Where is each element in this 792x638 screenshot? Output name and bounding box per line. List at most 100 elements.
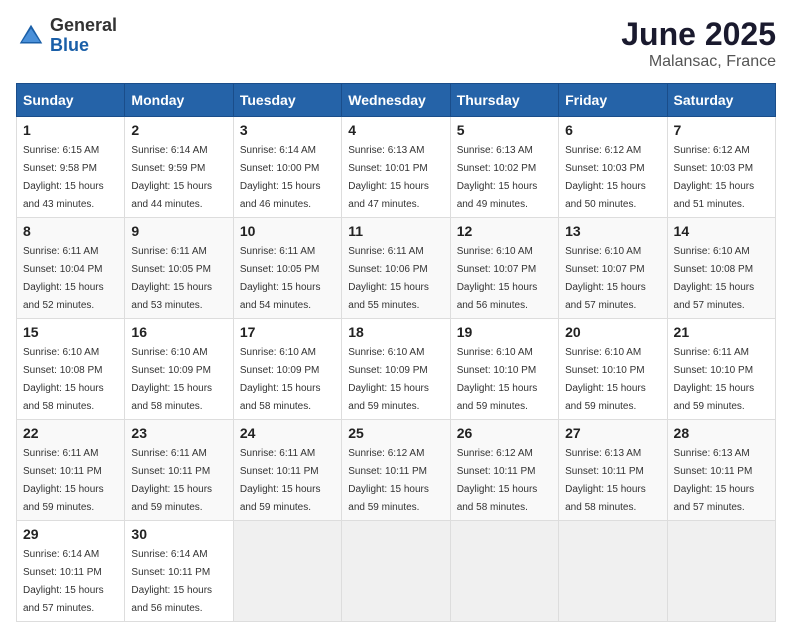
day-detail: Sunrise: 6:12 AM Sunset: 10:11 PM Daylig… xyxy=(457,448,538,513)
day-cell: 16Sunrise: 6:10 AM Sunset: 10:09 PM Dayl… xyxy=(125,319,233,420)
logo-text: General Blue xyxy=(50,16,117,56)
day-cell xyxy=(342,521,450,622)
day-cell: 7 Sunrise: 6:12 AM Sunset: 10:03 PM Dayli… xyxy=(667,117,775,218)
header-monday: Monday xyxy=(125,84,233,117)
day-number: 10 xyxy=(240,223,335,239)
day-cell: 17 Sunrise: 6:10 AM Sunset: 10:09 PM Dayl… xyxy=(233,319,341,420)
day-number: 9 xyxy=(131,223,226,239)
day-detail: Sunrise: 6:12 AM Sunset: 10:03 PM Daylig… xyxy=(565,145,646,210)
day-detail: Sunrise: 6:15 AM Sunset: 9:58 PM Dayligh… xyxy=(23,145,104,210)
day-cell: 21Sunrise: 6:11 AM Sunset: 10:10 PM Dayl… xyxy=(667,319,775,420)
day-detail: Sunrise: 6:13 AM Sunset: 10:11 PM Daylig… xyxy=(674,448,755,513)
day-number: 11 xyxy=(348,223,443,239)
day-detail: Sunrise: 6:11 AM Sunset: 10:11 PM Daylig… xyxy=(240,448,321,513)
day-cell: 27 Sunrise: 6:13 AM Sunset: 10:11 PM Dayl… xyxy=(559,420,667,521)
day-number: 15 xyxy=(23,324,118,340)
day-number: 29 xyxy=(23,526,118,542)
day-cell: 15 Sunrise: 6:10 AM Sunset: 10:08 PM Dayl… xyxy=(17,319,125,420)
logo-general: General xyxy=(50,16,117,36)
day-number: 24 xyxy=(240,425,335,441)
day-detail: Sunrise: 6:10 AM Sunset: 10:07 PM Daylig… xyxy=(457,246,538,311)
day-number: 27 xyxy=(565,425,660,441)
day-number: 1 xyxy=(23,122,118,138)
day-cell: 10 Sunrise: 6:11 AM Sunset: 10:05 PM Dayl… xyxy=(233,218,341,319)
day-detail: Sunrise: 6:14 AM Sunset: 10:00 PM Daylig… xyxy=(240,145,321,210)
day-cell: 29 Sunrise: 6:14 AM Sunset: 10:11 PM Dayl… xyxy=(17,521,125,622)
week-row-2: 8 Sunrise: 6:11 AM Sunset: 10:04 PM Dayli… xyxy=(17,218,776,319)
day-cell xyxy=(559,521,667,622)
day-number: 12 xyxy=(457,223,552,239)
day-detail: Sunrise: 6:13 AM Sunset: 10:01 PM Daylig… xyxy=(348,145,429,210)
title-section: June 2025 Malansac, France xyxy=(621,16,776,71)
day-cell: 5 Sunrise: 6:13 AM Sunset: 10:02 PM Dayli… xyxy=(450,117,558,218)
day-detail: Sunrise: 6:10 AM Sunset: 10:08 PM Daylig… xyxy=(674,246,755,311)
day-cell: 13 Sunrise: 6:10 AM Sunset: 10:07 PM Dayl… xyxy=(559,218,667,319)
day-detail: Sunrise: 6:14 AM Sunset: 10:11 PM Daylig… xyxy=(23,549,104,614)
header-row: SundayMondayTuesdayWednesdayThursdayFrid… xyxy=(17,84,776,117)
day-cell: 1 Sunrise: 6:15 AM Sunset: 9:58 PM Daylig… xyxy=(17,117,125,218)
header-friday: Friday xyxy=(559,84,667,117)
day-cell xyxy=(450,521,558,622)
day-detail: Sunrise: 6:13 AM Sunset: 10:11 PM Daylig… xyxy=(565,448,646,513)
day-cell: 28 Sunrise: 6:13 AM Sunset: 10:11 PM Dayl… xyxy=(667,420,775,521)
header-tuesday: Tuesday xyxy=(233,84,341,117)
day-cell: 3Sunrise: 6:14 AM Sunset: 10:00 PM Dayli… xyxy=(233,117,341,218)
day-cell xyxy=(667,521,775,622)
day-cell: 23 Sunrise: 6:11 AM Sunset: 10:11 PM Dayl… xyxy=(125,420,233,521)
day-number: 18 xyxy=(348,324,443,340)
day-cell: 11 Sunrise: 6:11 AM Sunset: 10:06 PM Dayl… xyxy=(342,218,450,319)
day-detail: Sunrise: 6:10 AM Sunset: 10:09 PM Daylig… xyxy=(240,347,321,412)
day-number: 21 xyxy=(674,324,769,340)
day-number: 17 xyxy=(240,324,335,340)
day-number: 8 xyxy=(23,223,118,239)
page-header: General Blue June 2025 Malansac, France xyxy=(16,16,776,71)
day-detail: Sunrise: 6:10 AM Sunset: 10:10 PM Daylig… xyxy=(457,347,538,412)
day-cell: 9 Sunrise: 6:11 AM Sunset: 10:05 PM Dayli… xyxy=(125,218,233,319)
day-number: 14 xyxy=(674,223,769,239)
header-saturday: Saturday xyxy=(667,84,775,117)
day-detail: Sunrise: 6:10 AM Sunset: 10:08 PM Daylig… xyxy=(23,347,104,412)
logo: General Blue xyxy=(16,16,117,56)
day-number: 28 xyxy=(674,425,769,441)
day-cell: 22Sunrise: 6:11 AM Sunset: 10:11 PM Dayl… xyxy=(17,420,125,521)
location-title: Malansac, France xyxy=(621,53,776,71)
week-row-1: 1 Sunrise: 6:15 AM Sunset: 9:58 PM Daylig… xyxy=(17,117,776,218)
day-number: 26 xyxy=(457,425,552,441)
day-detail: Sunrise: 6:11 AM Sunset: 10:06 PM Daylig… xyxy=(348,246,429,311)
day-number: 7 xyxy=(674,122,769,138)
day-number: 23 xyxy=(131,425,226,441)
header-wednesday: Wednesday xyxy=(342,84,450,117)
day-detail: Sunrise: 6:10 AM Sunset: 10:09 PM Daylig… xyxy=(131,347,212,412)
day-detail: Sunrise: 6:12 AM Sunset: 10:11 PM Daylig… xyxy=(348,448,429,513)
logo-icon xyxy=(16,21,46,51)
day-cell: 20 Sunrise: 6:10 AM Sunset: 10:10 PM Dayl… xyxy=(559,319,667,420)
day-detail: Sunrise: 6:11 AM Sunset: 10:11 PM Daylig… xyxy=(131,448,212,513)
calendar-table: SundayMondayTuesdayWednesdayThursdayFrid… xyxy=(16,83,776,622)
month-title: June 2025 xyxy=(621,16,776,53)
header-sunday: Sunday xyxy=(17,84,125,117)
day-detail: Sunrise: 6:11 AM Sunset: 10:05 PM Daylig… xyxy=(131,246,212,311)
day-number: 5 xyxy=(457,122,552,138)
day-detail: Sunrise: 6:14 AM Sunset: 9:59 PM Dayligh… xyxy=(131,145,212,210)
day-cell: 30Sunrise: 6:14 AM Sunset: 10:11 PM Dayl… xyxy=(125,521,233,622)
day-number: 19 xyxy=(457,324,552,340)
day-detail: Sunrise: 6:12 AM Sunset: 10:03 PM Daylig… xyxy=(674,145,755,210)
day-detail: Sunrise: 6:10 AM Sunset: 10:07 PM Daylig… xyxy=(565,246,646,311)
day-detail: Sunrise: 6:11 AM Sunset: 10:05 PM Daylig… xyxy=(240,246,321,311)
day-detail: Sunrise: 6:10 AM Sunset: 10:10 PM Daylig… xyxy=(565,347,646,412)
day-number: 2 xyxy=(131,122,226,138)
day-detail: Sunrise: 6:11 AM Sunset: 10:11 PM Daylig… xyxy=(23,448,104,513)
day-cell: 19 Sunrise: 6:10 AM Sunset: 10:10 PM Dayl… xyxy=(450,319,558,420)
day-detail: Sunrise: 6:14 AM Sunset: 10:11 PM Daylig… xyxy=(131,549,212,614)
week-row-5: 29 Sunrise: 6:14 AM Sunset: 10:11 PM Dayl… xyxy=(17,521,776,622)
day-cell: 6Sunrise: 6:12 AM Sunset: 10:03 PM Dayli… xyxy=(559,117,667,218)
day-detail: Sunrise: 6:11 AM Sunset: 10:04 PM Daylig… xyxy=(23,246,104,311)
day-number: 13 xyxy=(565,223,660,239)
day-cell: 14 Sunrise: 6:10 AM Sunset: 10:08 PM Dayl… xyxy=(667,218,775,319)
day-cell: 26 Sunrise: 6:12 AM Sunset: 10:11 PM Dayl… xyxy=(450,420,558,521)
day-number: 4 xyxy=(348,122,443,138)
day-detail: Sunrise: 6:13 AM Sunset: 10:02 PM Daylig… xyxy=(457,145,538,210)
week-row-3: 15 Sunrise: 6:10 AM Sunset: 10:08 PM Dayl… xyxy=(17,319,776,420)
week-row-4: 22Sunrise: 6:11 AM Sunset: 10:11 PM Dayl… xyxy=(17,420,776,521)
day-number: 20 xyxy=(565,324,660,340)
